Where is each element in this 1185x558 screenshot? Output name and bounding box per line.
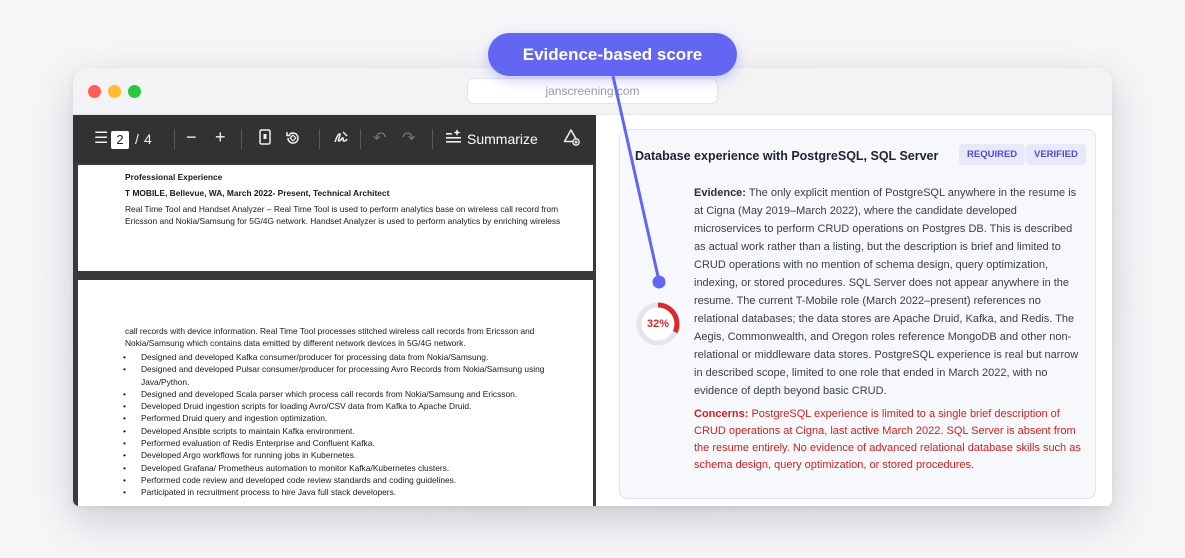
bullet-marker: • — [123, 388, 126, 399]
bullet-text: Developed Argo workflows for running job… — [141, 450, 357, 461]
resume-bullet-item: • Performed Druid query and ingestion opt… — [123, 412, 544, 424]
bullet-text: Java/Python. — [141, 376, 190, 387]
resume-job-title: T MOBILE, Bellevue, WA, March 2022- Pres… — [125, 188, 390, 198]
bullet-text: Participated in recruitment process to h… — [141, 487, 397, 498]
resume-bullet-item: • Developed Druid ingestion scripts for l… — [123, 400, 544, 412]
bullet-marker: • — [123, 401, 126, 412]
resume-bullet-item: • Developed Ansible scripts to maintain K… — [123, 425, 544, 437]
bullet-text: Performed Druid query and ingestion opti… — [141, 413, 328, 424]
total-pages: 4 — [144, 131, 152, 147]
summarize-button[interactable]: Summarize — [467, 129, 538, 149]
requirement-card: Database experience with PostgreSQL, SQL… — [619, 129, 1096, 499]
bullet-marker: • — [123, 352, 126, 362]
toolbar-divider — [360, 129, 361, 149]
requirement-title: Database experience with PostgreSQL, SQL… — [635, 149, 939, 163]
close-window-button[interactable] — [88, 85, 101, 98]
sparkle-list-icon — [445, 128, 463, 152]
address-bar[interactable]: janscreening.com — [467, 78, 718, 104]
resume-bullet-item: • Participated in recruitment process to … — [123, 486, 544, 498]
rotate-icon[interactable] — [284, 129, 302, 153]
resume-bullet-item: • Developed Grafana/ Prometheus automatio… — [123, 462, 544, 474]
zoom-out-button[interactable]: − — [186, 127, 197, 147]
concerns-body: PostgreSQL experience is limited to a si… — [694, 408, 1081, 471]
bullet-marker: • — [123, 450, 126, 461]
resume-text-line: Ericsson and Nokia/Samsung for 5G/4G net… — [125, 216, 561, 226]
bullet-text: Developed Ansible scripts to maintain Ka… — [141, 425, 355, 436]
toolbar-divider — [174, 129, 175, 149]
bullet-marker: • — [123, 487, 126, 498]
evidence-label: Evidence: — [694, 187, 746, 199]
evidence-body: The only explicit mention of PostgreSQL … — [694, 187, 1079, 397]
resume-bullet-item: • Developed Argo workflows for running jo… — [123, 449, 544, 461]
bullet-text: Developed Druid ingestion scripts for lo… — [141, 401, 472, 412]
resume-bullet-item: • Designed and developed Kafka consumer/p… — [123, 351, 544, 363]
required-badge: REQUIRED — [959, 144, 1026, 165]
resume-bullet-item: • Performed code review and developed cod… — [123, 474, 544, 486]
redo-icon[interactable]: ↷ — [402, 129, 415, 149]
bullet-marker: • — [123, 364, 126, 375]
undo-icon[interactable]: ↶ — [373, 129, 386, 149]
bullet-marker: • — [123, 474, 126, 485]
page-separator: / — [135, 131, 139, 147]
bullet-text: Designed and developed Pulsar consumer/p… — [141, 364, 545, 375]
resume-bullet-item: • Performed evaluation of Redis Enterpris… — [123, 437, 544, 449]
resume-bullet-item: Java/Python. — [123, 376, 544, 388]
maximize-window-button[interactable] — [128, 85, 141, 98]
score-percent: 32% — [646, 318, 670, 330]
toolbar-divider — [432, 129, 433, 149]
bullet-text: Performed evaluation of Redis Enterprise… — [141, 438, 375, 449]
pdf-toolbar: ☰ 2 / 4 − + ↶ ↷ Summarize — [73, 115, 596, 163]
page-number-input[interactable]: 2 — [111, 131, 129, 149]
evaluation-panel: Database experience with PostgreSQL, SQL… — [596, 115, 1112, 506]
toolbar-divider — [319, 129, 320, 149]
zoom-in-button[interactable]: + — [215, 127, 226, 147]
evidence-text: Evidence: The only explicit mention of P… — [694, 184, 1086, 400]
bullet-text: Developed Grafana/ Prometheus automation… — [141, 462, 450, 473]
fit-page-icon[interactable] — [259, 129, 271, 151]
bullet-marker: • — [123, 425, 126, 436]
evidence-score-callout: Evidence-based score — [488, 33, 737, 76]
bullet-text: Designed and developed Kafka consumer/pr… — [141, 352, 489, 362]
pdf-viewer: ☰ 2 / 4 − + ↶ ↷ Summarize Professional E… — [73, 115, 596, 506]
resume-text-line: call records with device information. Re… — [125, 326, 535, 336]
bullet-marker: • — [123, 462, 126, 473]
bullet-marker: • — [123, 438, 126, 449]
bullet-text: Performed code review and developed code… — [141, 474, 457, 485]
ai-add-icon[interactable] — [562, 128, 580, 152]
resume-bullet-item: • Designed and developed Pulsar consumer/… — [123, 363, 544, 375]
verified-badge: VERIFIED — [1026, 144, 1086, 165]
resume-bullet-item: • Designed and developed Scala parser whi… — [123, 388, 544, 400]
concerns-label: Concerns: — [694, 408, 749, 420]
browser-window: janscreening.com ☰ 2 / 4 − + ↶ ↷ Summari… — [73, 68, 1112, 506]
toolbar-divider — [241, 129, 242, 149]
concerns-text: Concerns: PostgreSQL experience is limit… — [694, 406, 1086, 474]
pdf-page: call records with device information. Re… — [78, 280, 593, 506]
bullet-marker — [123, 376, 141, 388]
resume-bullet-list: • Designed and developed Kafka consumer/p… — [123, 351, 544, 499]
resume-text-line: Nokia/Samsung which contains data emitte… — [125, 338, 466, 348]
resume-section-heading: Professional Experience — [125, 172, 223, 182]
resume-text-line: Real Time Tool and Handset Analyzer – Re… — [125, 204, 559, 214]
minimize-window-button[interactable] — [108, 85, 121, 98]
menu-icon[interactable]: ☰ — [94, 129, 108, 149]
bullet-text: Designed and developed Scala parser whic… — [141, 388, 518, 399]
bullet-marker: • — [123, 413, 126, 424]
pdf-page: Professional Experience T MOBILE, Bellev… — [78, 165, 593, 271]
draw-signature-icon[interactable] — [332, 129, 350, 153]
